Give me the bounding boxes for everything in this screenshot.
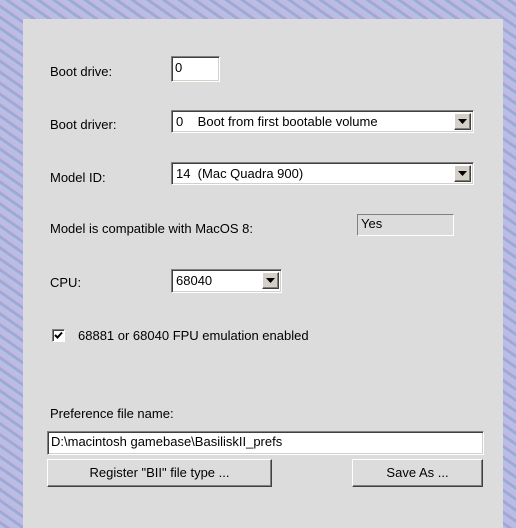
chevron-down-icon xyxy=(266,278,275,283)
chevron-down-icon xyxy=(458,119,467,124)
model-id-dropdown-button[interactable] xyxy=(454,165,471,182)
prefs-label: Preference file name: xyxy=(50,406,174,421)
cpu-dropdown-button[interactable] xyxy=(262,272,279,289)
cpu-select[interactable]: 68040 xyxy=(171,269,282,293)
chevron-down-icon xyxy=(458,171,467,176)
prefs-path-input[interactable]: D:\macintosh gamebase\BasiliskII_prefs xyxy=(47,431,484,455)
boot-driver-select[interactable]: 0 Boot from first bootable volume xyxy=(171,110,474,133)
fpu-label: 68881 or 68040 FPU emulation enabled xyxy=(78,328,309,343)
cpu-value: 68040 xyxy=(176,273,213,288)
settings-panel: Boot drive: 0 Boot driver: 0 Boot from f… xyxy=(23,19,503,528)
boot-driver-dropdown-button[interactable] xyxy=(454,113,471,130)
compat-label: Model is compatible with MacOS 8: xyxy=(50,221,254,236)
cpu-label: CPU: xyxy=(50,275,82,290)
boot-driver-value: 0 Boot from first bootable volume xyxy=(176,114,378,129)
boot-drive-input[interactable]: 0 xyxy=(171,56,220,82)
model-id-select[interactable]: 14 (Mac Quadra 900) xyxy=(171,162,474,185)
model-id-label: Model ID: xyxy=(50,170,106,185)
fpu-checkbox[interactable] xyxy=(52,329,65,342)
boot-driver-label: Boot driver: xyxy=(50,117,117,132)
save-as-button[interactable]: Save As ... xyxy=(352,459,483,487)
checkmark-icon xyxy=(54,331,63,339)
boot-drive-label: Boot drive: xyxy=(50,64,113,79)
model-id-value: 14 (Mac Quadra 900) xyxy=(176,166,304,181)
register-file-type-button[interactable]: Register "BII" file type ... xyxy=(47,459,272,487)
compat-value: Yes xyxy=(357,214,454,236)
